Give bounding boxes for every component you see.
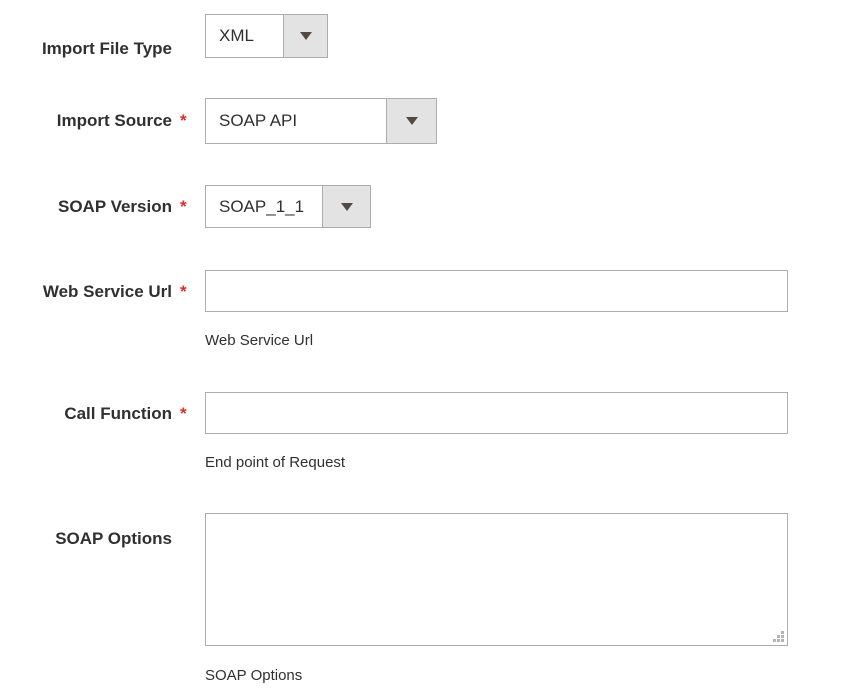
chevron-down-icon[interactable]	[386, 99, 436, 143]
chevron-down-icon[interactable]	[322, 186, 370, 227]
label-call-function: Call Function	[64, 404, 172, 423]
control-call-function	[205, 392, 788, 434]
note-call-function: End point of Request	[205, 454, 346, 471]
note-web-service-url: Web Service Url	[205, 332, 314, 349]
control-import-source: SOAP API	[205, 98, 437, 144]
note-soap-options: SOAP Options	[205, 667, 303, 684]
label-soap-options: SOAP Options	[55, 529, 172, 548]
required-asterisk-import-source: *	[180, 111, 187, 130]
select-import-source[interactable]: SOAP API	[205, 98, 437, 144]
required-asterisk-call-function: *	[180, 404, 187, 423]
control-soap-options	[205, 513, 788, 646]
soap-options-textarea-wrapper	[205, 513, 788, 646]
web-service-url-input[interactable]	[205, 270, 788, 312]
required-asterisk-web-service-url: *	[180, 282, 187, 301]
label-web-service-url: Web Service Url	[42, 282, 172, 301]
select-soap-version[interactable]: SOAP_1_1	[205, 185, 371, 228]
control-import-file-type: XML	[205, 14, 328, 58]
soap-options-textarea[interactable]	[205, 513, 788, 646]
chevron-down-icon[interactable]	[283, 15, 327, 57]
select-import-file-type[interactable]: XML	[205, 14, 328, 58]
select-import-file-type-value: XML	[206, 15, 283, 57]
label-import-source: Import Source	[56, 111, 172, 130]
control-web-service-url	[205, 270, 788, 312]
select-soap-version-value: SOAP_1_1	[206, 186, 322, 227]
chevron-down-glyph	[299, 32, 312, 40]
required-asterisk-soap-version: *	[180, 197, 187, 216]
label-import-file-type: Import File Type	[41, 39, 172, 58]
chevron-down-glyph	[340, 202, 353, 211]
control-soap-version: SOAP_1_1	[205, 185, 371, 228]
soap-import-form: Import File Type XML Import Source * SOA…	[0, 0, 844, 688]
call-function-input[interactable]	[205, 392, 788, 434]
label-soap-version: SOAP Version	[57, 197, 172, 216]
chevron-down-glyph	[405, 117, 418, 125]
select-import-source-value: SOAP API	[206, 99, 386, 143]
